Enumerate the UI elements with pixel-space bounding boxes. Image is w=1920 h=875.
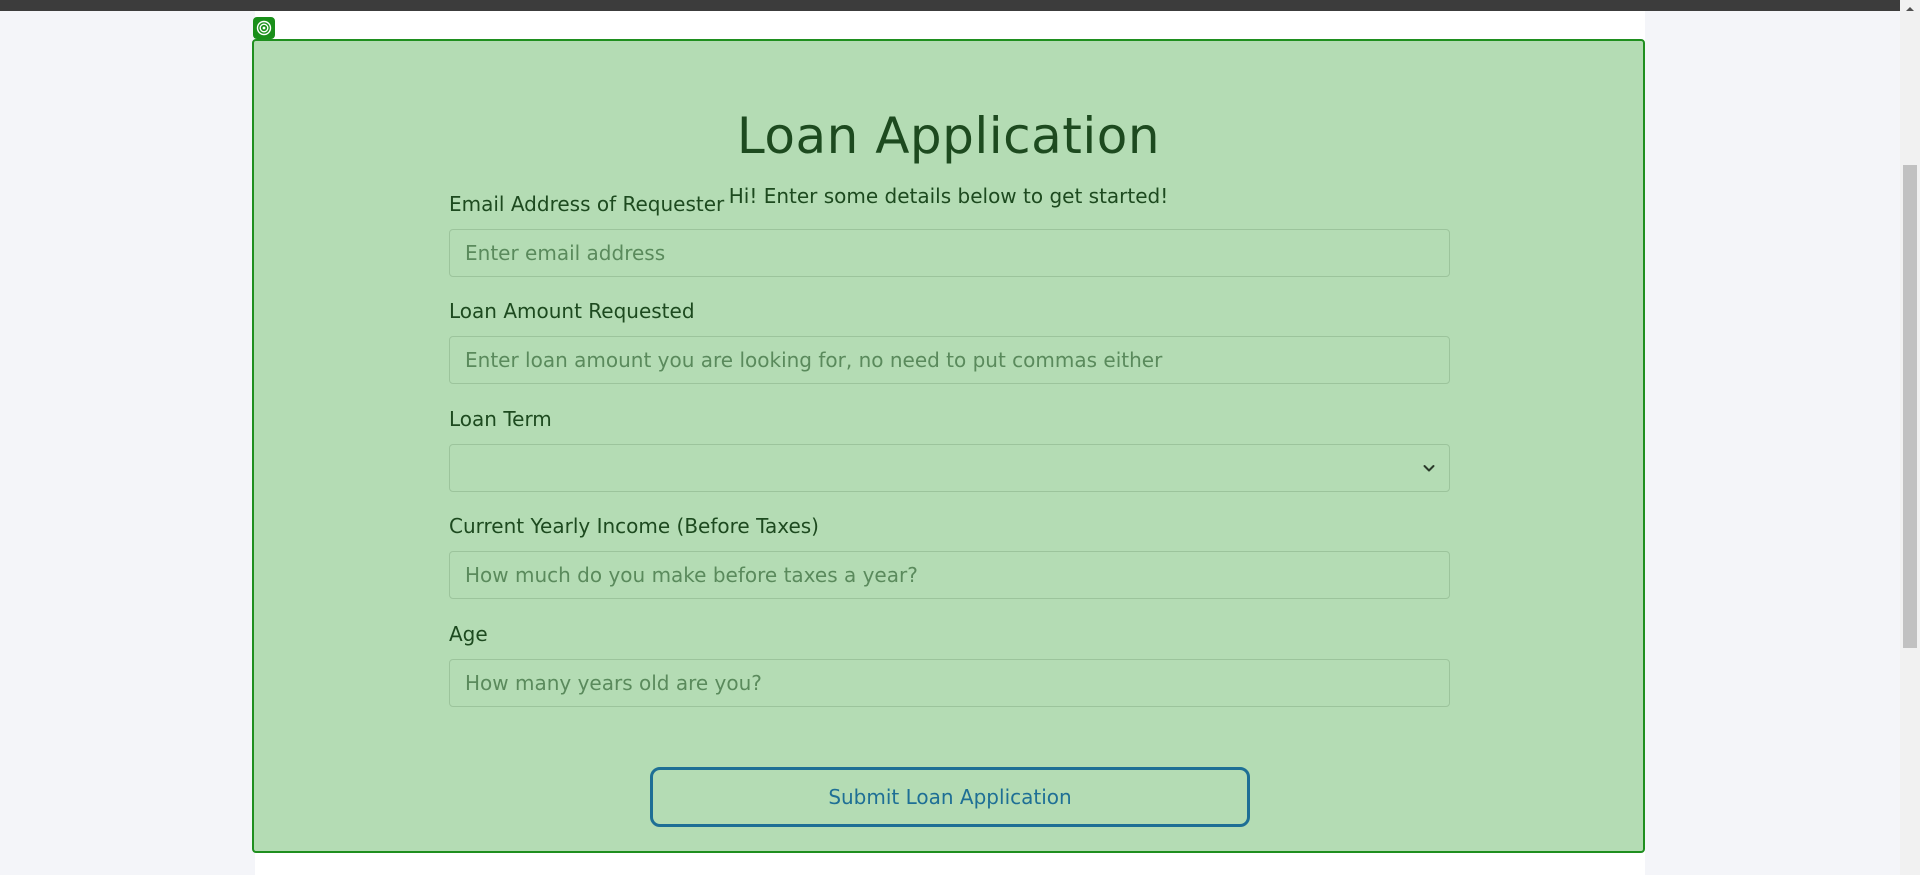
scroll-up-arrow-icon[interactable] <box>1904 4 1916 14</box>
chevron-down-icon <box>1423 465 1435 472</box>
vertical-scrollbar[interactable] <box>1900 0 1920 875</box>
loan-amount-label: Loan Amount Requested <box>449 299 695 323</box>
loan-term-select[interactable] <box>449 444 1450 492</box>
loan-term-label: Loan Term <box>449 407 552 431</box>
scrollbar-thumb[interactable] <box>1903 165 1917 648</box>
email-label: Email Address of Requester <box>449 192 725 216</box>
email-field[interactable] <box>449 229 1450 277</box>
submit-loan-application-button[interactable]: Submit Loan Application <box>650 767 1250 827</box>
browser-top-bar <box>0 0 1900 11</box>
yearly-income-field[interactable] <box>449 551 1450 599</box>
loan-amount-field[interactable] <box>449 336 1450 384</box>
yearly-income-label: Current Yearly Income (Before Taxes) <box>449 514 819 538</box>
target-icon[interactable] <box>253 17 275 39</box>
age-label: Age <box>449 622 488 646</box>
page-title: Loan Application <box>736 107 1161 165</box>
age-field[interactable] <box>449 659 1450 707</box>
